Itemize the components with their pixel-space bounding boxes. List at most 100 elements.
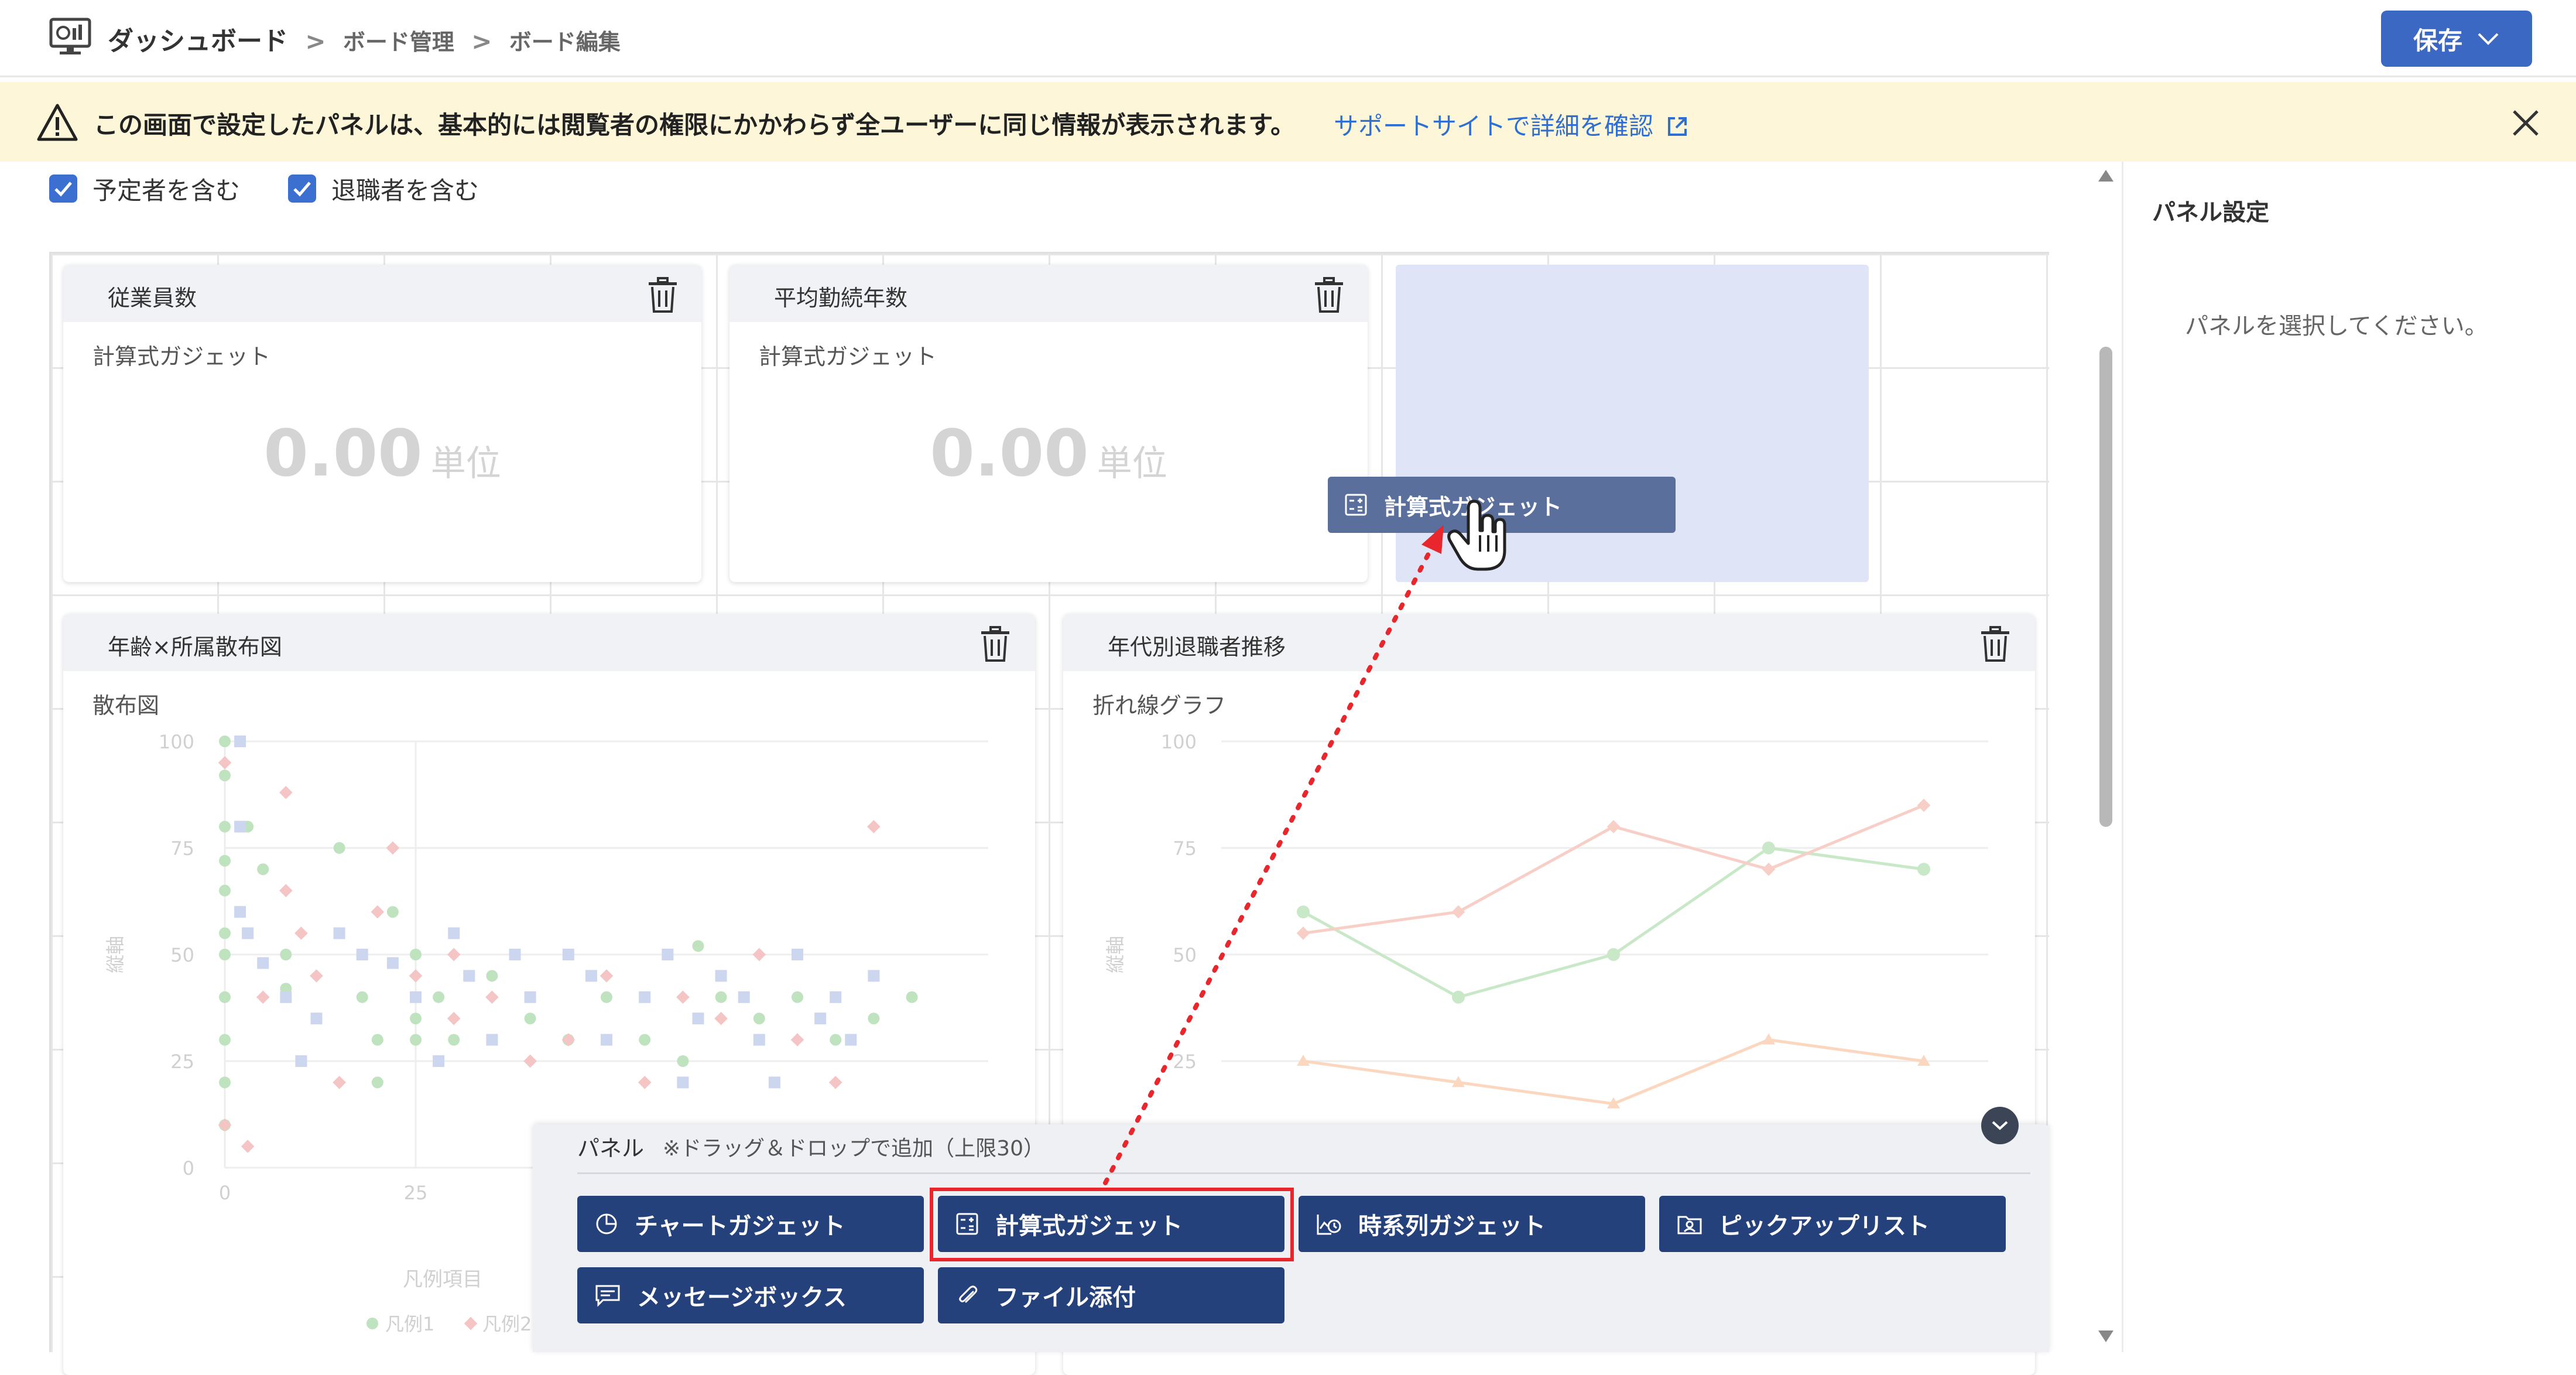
legend-marker [464, 1316, 478, 1330]
palette-item-file-attach[interactable]: ファイル添付 [938, 1267, 1284, 1323]
breadcrumb-board-management[interactable]: ボード管理 [343, 29, 454, 55]
line-point [1762, 842, 1775, 854]
scatter-point [219, 854, 231, 867]
chevron-down-icon [2478, 33, 2499, 45]
scatter-point [828, 1076, 842, 1089]
palette-note: ※ドラッグ＆ドロップで追加（上限30） [663, 1137, 1044, 1161]
y-tick-label: 50 [170, 944, 194, 966]
scatter-point [310, 969, 323, 983]
collapse-palette-button[interactable] [1981, 1107, 2019, 1144]
scatter-point [677, 1055, 689, 1067]
breadcrumb-separator: > [471, 27, 492, 56]
scatter-point [639, 991, 651, 1003]
scroll-up-icon[interactable] [2097, 169, 2115, 183]
trash-icon[interactable] [1311, 276, 1347, 314]
scatter-point [219, 991, 231, 1003]
line-point [1917, 863, 1930, 876]
y-tick-label: 25 [1173, 1051, 1197, 1073]
include-retired-label[interactable]: 退職者を含む [331, 171, 479, 207]
y-tick-label: 25 [170, 1051, 194, 1073]
trash-icon[interactable] [645, 276, 680, 314]
hand-cursor-icon [1447, 500, 1506, 571]
include-retired-checkbox[interactable] [288, 175, 316, 203]
scatter-point [486, 1034, 498, 1046]
dashboard-icon [49, 18, 91, 54]
scatter-point [845, 1034, 857, 1046]
scroll-down-icon[interactable] [2097, 1329, 2115, 1343]
close-icon[interactable] [2508, 105, 2543, 141]
scatter-point [753, 1034, 765, 1046]
palette-item-message-box[interactable]: メッセージボックス [577, 1267, 924, 1323]
panel-title: 従業員数 [108, 285, 197, 311]
support-link[interactable]: サポートサイトで詳細を確認 [1334, 107, 1689, 142]
scrollbar-thumb[interactable] [2099, 347, 2112, 827]
series-line [1302, 846, 1924, 999]
palette-item-chart-gadget[interactable]: チャートガジェット [577, 1196, 924, 1252]
scatter-point [386, 841, 400, 855]
scatter-point [738, 991, 750, 1003]
page-title[interactable]: ダッシュボード [108, 26, 288, 56]
scatter-point [677, 1076, 689, 1089]
scatter-point [714, 1011, 728, 1025]
palette-divider [577, 1172, 2030, 1174]
save-button[interactable]: 保存 [2381, 11, 2532, 67]
scatter-point [585, 970, 597, 982]
scatter-point [386, 957, 399, 969]
y-tick-label: 100 [1161, 731, 1197, 753]
scatter-point [356, 991, 368, 1003]
paperclip-icon [959, 1285, 978, 1303]
breadcrumb-separator: > [305, 27, 326, 56]
scatter-point [448, 1034, 460, 1046]
palette-item-label: ファイル添付 [995, 1284, 1136, 1311]
y-tick-label: 75 [1173, 837, 1197, 860]
palette-item-label: チャートガジェット [635, 1213, 845, 1240]
scatter-point [790, 1033, 804, 1046]
scatter-point [524, 991, 536, 1003]
legend-title: 凡例項目 [403, 1268, 482, 1291]
y-tick-label: 100 [159, 731, 194, 753]
scatter-point [219, 1076, 231, 1089]
include-planned-label[interactable]: 予定者を含む [93, 171, 240, 207]
scatter-point [768, 1076, 780, 1089]
line-point [1917, 798, 1931, 812]
scatter-point [562, 949, 574, 960]
scatter-point [600, 969, 614, 983]
scatter-point [715, 970, 727, 982]
scatter-point [295, 1055, 307, 1067]
scatter-point [715, 991, 727, 1003]
scatter-point [219, 820, 231, 833]
scatter-point [830, 991, 842, 1003]
palette-item-pickup-list[interactable]: ピックアップリスト [1659, 1196, 2006, 1252]
scatter-point [524, 1013, 536, 1025]
scatter-point [523, 1054, 537, 1068]
panel-tenure[interactable]: 平均勤続年数 計算式ガジェット 0.00 単位 [729, 265, 1368, 582]
scatter-point [752, 948, 766, 962]
scatter-point [868, 970, 880, 982]
panel-employees[interactable]: 従業員数 計算式ガジェット 0.00 単位 [63, 265, 701, 582]
check-icon [293, 182, 311, 197]
scatter-point [692, 940, 704, 952]
gadget-type: 計算式ガジェット [93, 344, 271, 370]
scatter-point [280, 949, 292, 960]
palette-item-label: 時系列ガジェット [1358, 1213, 1546, 1240]
scatter-point [868, 1013, 880, 1025]
calculator-icon [1345, 494, 1367, 516]
palette-item-label: ピックアップリスト [1719, 1213, 1930, 1240]
scatter-point [257, 957, 269, 969]
palette-item-timeseries-gadget[interactable]: 時系列ガジェット [1299, 1196, 1645, 1252]
scatter-point [241, 1140, 255, 1153]
y-axis-label: 縦軸 [104, 936, 126, 973]
scatter-point [218, 756, 232, 769]
scatter-point [410, 1013, 422, 1025]
scatter-point [356, 949, 368, 960]
message-icon [595, 1285, 620, 1307]
include-planned-checkbox[interactable] [49, 175, 77, 203]
scatter-point [830, 1034, 842, 1046]
metric-value: 0.00 単位 [263, 416, 501, 491]
scatter-point [433, 1055, 445, 1067]
scatter-point [410, 991, 422, 1003]
line-point [1451, 905, 1465, 919]
scatter-point [601, 991, 612, 1003]
line-point [1762, 1033, 1775, 1045]
line-point [1762, 863, 1776, 876]
